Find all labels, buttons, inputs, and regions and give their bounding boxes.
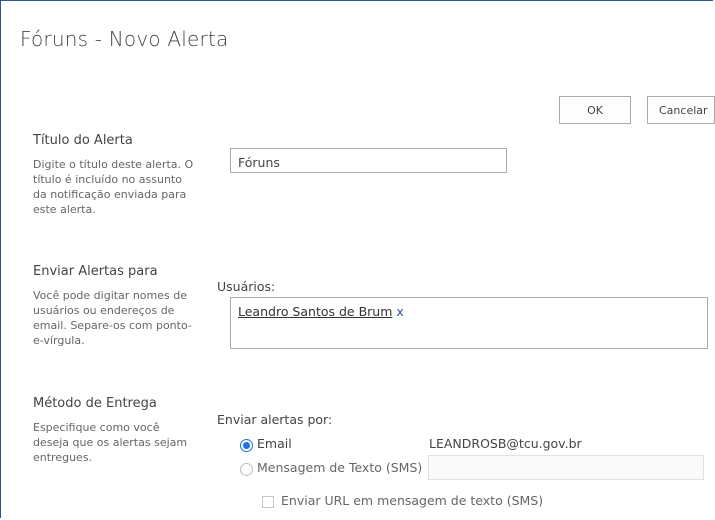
- email-address: LEANDROSB@tcu.gov.br: [429, 436, 582, 451]
- alert-title-heading: Título do Alerta: [33, 133, 133, 148]
- email-radio[interactable]: [240, 439, 253, 452]
- user-entry[interactable]: Leandro Santos de Brum: [238, 304, 392, 319]
- sms-url-label[interactable]: Enviar URL em mensagem de texto (SMS): [281, 493, 543, 508]
- sms-radio[interactable]: [240, 463, 253, 476]
- alert-title-input[interactable]: Fóruns: [230, 148, 507, 173]
- cancel-button[interactable]: Cancelar: [647, 96, 715, 124]
- remove-user-icon[interactable]: x: [396, 304, 403, 319]
- send-by-label: Enviar alertas por:: [217, 412, 333, 427]
- send-to-description: Você pode digitar nomes de usuários ou e…: [33, 289, 192, 347]
- delivery-heading: Método de Entrega: [33, 396, 157, 411]
- alert-title-value: Fóruns: [238, 155, 280, 170]
- sms-input[interactable]: [428, 455, 704, 480]
- sms-label[interactable]: Mensagem de Texto (SMS): [257, 460, 422, 475]
- users-label: Usuários:: [217, 279, 276, 294]
- users-picker[interactable]: Leandro Santos de Brum x: [230, 297, 708, 349]
- send-to-heading: Enviar Alertas para: [33, 264, 158, 279]
- sms-url-checkbox[interactable]: [262, 496, 274, 508]
- delivery-description: Especifique como você deseja que os aler…: [33, 421, 188, 464]
- page-title: Fóruns - Novo Alerta: [20, 27, 229, 51]
- ok-button[interactable]: OK: [559, 96, 631, 124]
- email-label[interactable]: Email: [257, 436, 292, 451]
- alert-title-description: Digite o título deste alerta. O título é…: [33, 158, 194, 216]
